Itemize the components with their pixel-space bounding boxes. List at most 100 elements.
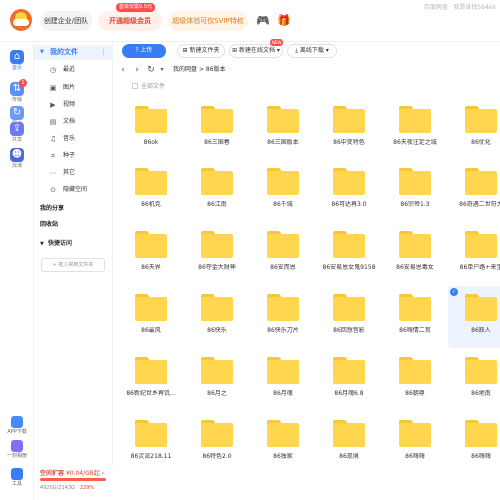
folder-tile[interactable]: 86月魂6.8: [316, 349, 382, 411]
back-arrow-icon[interactable]: ‹: [117, 63, 129, 77]
folder-tile[interactable]: 86可达再3.0: [316, 160, 382, 222]
svip-trial-button[interactable]: 超级体验可仅SVIP特权: [168, 11, 248, 31]
folder-icon: [201, 420, 233, 447]
more-icon[interactable]: ⋮: [100, 45, 107, 60]
folder-tile[interactable]: 86宗帝1.3: [382, 160, 448, 222]
folder-tile[interactable]: 86安易恩女鬼9158: [316, 223, 382, 285]
forward-arrow-icon[interactable]: ›: [131, 63, 143, 77]
folder-name: 86快乐刀片: [267, 327, 299, 334]
folder-tile[interactable]: 86单户路+来宝: [448, 223, 500, 285]
album-icon: [11, 440, 23, 452]
sidebar-item-docs[interactable]: ▤ 文档: [34, 115, 113, 129]
history-dropdown-icon[interactable]: ▾: [156, 63, 168, 77]
folder-tile[interactable]: 86安而恩: [250, 223, 316, 285]
folder-icon: [135, 168, 167, 195]
folder-tile[interactable]: 86天夜注定之城: [382, 98, 448, 160]
folder-icon: [135, 106, 167, 133]
folder-tile[interactable]: 86千城: [250, 160, 316, 222]
sidebar-item-torrents[interactable]: ⌗ 种子: [34, 149, 113, 163]
folder-tile[interactable]: 86快乐刀片: [250, 286, 316, 348]
baidu-netdisk-logo[interactable]: [10, 9, 32, 31]
folder-tile[interactable]: 86江南: [184, 160, 250, 222]
new-online-doc-button[interactable]: ⊞ 新建在线文档 ▾: [229, 44, 283, 58]
folder-tile[interactable]: 86月之: [184, 349, 250, 411]
folder-icon: [135, 294, 167, 321]
chevron-down-icon: ▼: [40, 49, 44, 55]
sidebar-item-hidden-space[interactable]: ⊙ 隐藏空间: [34, 183, 113, 197]
super-member-button[interactable]: 开通超级会员: [98, 11, 162, 31]
sidebar-item-videos[interactable]: ▶ 视频: [34, 98, 113, 112]
folder-tile[interactable]: 86天界: [118, 223, 184, 285]
quick-access-header[interactable]: ▼ 快捷访问: [34, 238, 113, 250]
folder-icon: [333, 294, 365, 321]
nav-row: ‹ › ↻ ▾ 我的网盘 > 86版本: [113, 62, 500, 78]
new-folder-button[interactable]: ⊞ 新建文件夹: [177, 44, 225, 58]
folder-tile[interactable]: 86ok: [118, 98, 184, 160]
folder-name: 86天夜注定之城: [393, 139, 437, 146]
folder-tile[interactable]: 86朝尊: [382, 349, 448, 411]
sidebar-item-recent[interactable]: ◷ 最近: [34, 63, 113, 77]
folder-tile[interactable]: 86中变特色: [316, 98, 382, 160]
tools[interactable]: 工具: [0, 468, 34, 488]
folder-tile[interactable]: 86最风: [118, 286, 184, 348]
sidebar-my-files[interactable]: ▼ 我的文件 ⋮: [34, 45, 113, 60]
rail-item-course[interactable]: ☻ 找课: [0, 148, 34, 174]
folder-icon: [135, 231, 167, 258]
offline-download-button[interactable]: ⤓ 离线下载 ▾: [287, 44, 337, 58]
folder-icon: [201, 168, 233, 195]
folder-tile[interactable]: 86特色2.0: [184, 412, 250, 474]
folder-tile[interactable]: 86现境: [316, 412, 382, 474]
gift-icon[interactable]: 🎁: [276, 13, 292, 29]
folder-tile[interactable]: 86嗨嗨: [382, 412, 448, 474]
gamepad-icon[interactable]: 🎮: [255, 13, 271, 29]
moment-album[interactable]: 一刻相册: [0, 440, 34, 460]
folder-tile[interactable]: 86三国春: [184, 98, 250, 160]
checkbox-icon[interactable]: [132, 83, 138, 89]
folder-tile[interactable]: 86机克: [118, 160, 184, 222]
sidebar-recycle-bin[interactable]: 回收站: [40, 219, 58, 231]
folder-name: 86宗帝1.3: [400, 201, 430, 208]
selected-check-icon[interactable]: ✓: [450, 288, 458, 296]
folder-tile[interactable]: 86安易恩毒女: [382, 223, 448, 285]
rail-item-transfer[interactable]: ⇅ 1 传输: [0, 79, 34, 108]
folder-tile[interactable]: 86嗨嗨: [448, 412, 500, 474]
folder-icon: [267, 106, 299, 133]
folder-tile[interactable]: 86灵派218.11: [118, 412, 184, 474]
create-team-button[interactable]: 创建企业/团队: [40, 11, 92, 31]
folder-tile[interactable]: 86奇遇二世符大: [448, 160, 500, 222]
rail-item-home[interactable]: ⌂ 首页: [0, 50, 34, 76]
folder-tile[interactable]: 86夺金大财神: [184, 223, 250, 285]
select-all[interactable]: 全部文件: [132, 81, 165, 90]
folder-name: 86可达再3.0: [331, 201, 367, 208]
breadcrumb-root[interactable]: 我的网盘: [173, 66, 197, 73]
folder-tile[interactable]: 86独家: [250, 412, 316, 474]
folder-name: 86灵派218.11: [130, 453, 172, 460]
storage-expand-link[interactable]: 空间扩容 ¥0.04/GB起 ›: [40, 468, 104, 477]
sidebar-item-other[interactable]: ⋯ 其它: [34, 166, 113, 180]
folder-tile[interactable]: 86月魂: [250, 349, 316, 411]
folder-tile[interactable]: 86回想音影: [316, 286, 382, 348]
folder-icon: [465, 168, 497, 195]
add-common-folder-button[interactable]: + 拖入常用文件夹: [41, 258, 105, 272]
upload-button[interactable]: ⤒ 上传: [122, 44, 166, 58]
folder-tile[interactable]: 86快乐: [184, 286, 250, 348]
folder-tile[interactable]: 86嗨情二贯: [382, 286, 448, 348]
lock-icon: ⊙: [50, 186, 56, 194]
sidebar-my-share[interactable]: 我的分享: [40, 203, 64, 215]
app-download[interactable]: APP下载: [0, 416, 34, 436]
storage-usage: 4920G/2143G 229%: [40, 485, 95, 491]
folder-tile[interactable]: 86地南: [448, 349, 500, 411]
rail-item-share[interactable]: ⇪ 共享: [0, 122, 34, 148]
folder-name: 86特色2.0: [202, 453, 232, 460]
folder-tile[interactable]: 86三国版本: [250, 98, 316, 160]
folder-tile[interactable]: 86跃人 ✓: [448, 286, 500, 348]
user-info[interactable]: 百度网盘 · 我是谁找564ex: [424, 2, 496, 11]
folder-icon: [267, 420, 299, 447]
sidebar-item-music[interactable]: ♫ 音乐: [34, 132, 113, 146]
folder-name: 86机克: [141, 201, 161, 208]
folder-tile[interactable]: 86优化: [448, 98, 500, 160]
folder-icon: [399, 106, 431, 133]
home-icon: ⌂: [10, 50, 24, 64]
sidebar-item-images[interactable]: ▣ 图片: [34, 81, 113, 95]
folder-tile[interactable]: 86新纪世乡再饥...: [118, 349, 184, 411]
